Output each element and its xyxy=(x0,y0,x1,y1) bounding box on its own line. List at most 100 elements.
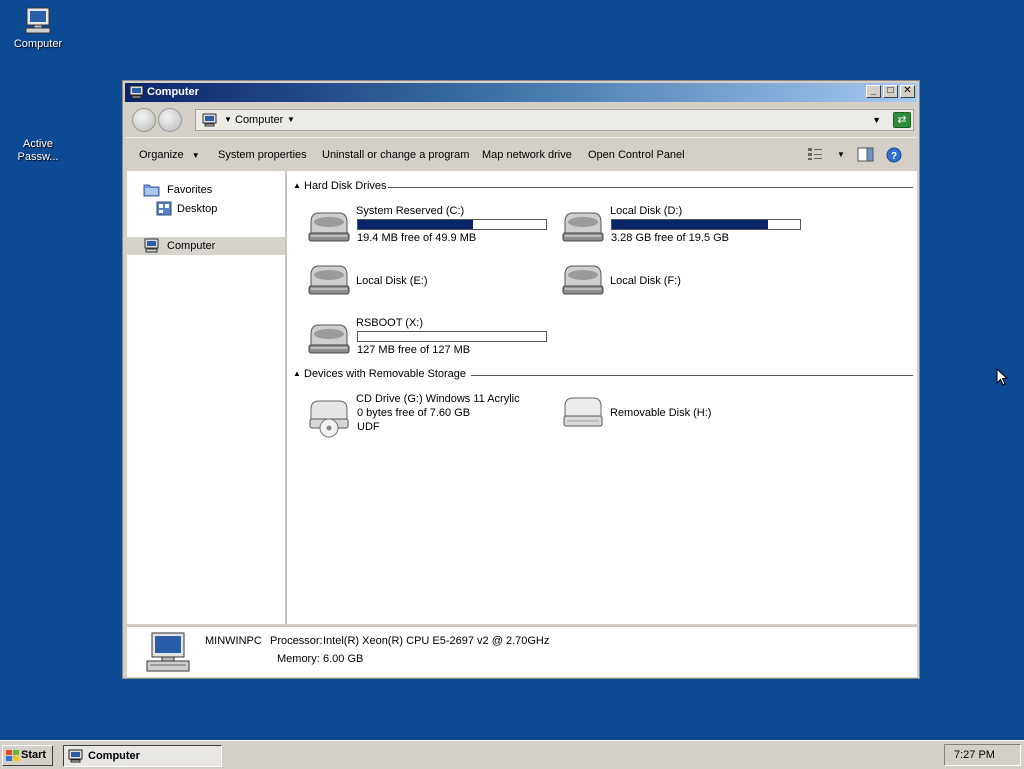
desktop-icon-label: Computer xyxy=(13,38,63,50)
close-button[interactable]: ✕ xyxy=(900,85,915,98)
nav-item-label: Computer xyxy=(167,240,216,252)
drive-tile-x[interactable]: RSBOOT (X:) 127 MB free of 127 MB xyxy=(307,317,557,365)
drive-usage-fill xyxy=(358,220,473,229)
forward-button[interactable] xyxy=(158,108,182,132)
details-pane: MINWINPC Processor: Intel(R) Xeon(R) CPU… xyxy=(127,626,917,677)
mouse-cursor-icon xyxy=(996,368,1008,386)
breadcrumb-computer[interactable]: Computer xyxy=(235,114,283,126)
start-label: Start xyxy=(21,749,47,761)
view-dropdown-icon[interactable]: ▼ xyxy=(837,150,845,159)
refresh-icon: ⇄ xyxy=(897,114,907,126)
desktop-icon-label: Active Passw... xyxy=(17,138,59,163)
start-button[interactable]: Start xyxy=(2,745,53,766)
drive-name: CD Drive (G:) Windows 11 Acrylic xyxy=(356,393,520,405)
drive-tile-h[interactable]: Removable Disk (H:) xyxy=(561,397,811,455)
title-bar[interactable]: Computer _ □ ✕ xyxy=(125,83,917,102)
nav-item-label: Desktop xyxy=(177,203,218,215)
drive-name: Local Disk (F:) xyxy=(610,275,681,287)
clock[interactable]: 7:27 PM xyxy=(954,749,995,761)
back-button[interactable] xyxy=(132,108,156,132)
help-icon[interactable]: ? xyxy=(886,147,902,163)
explorer-window: Computer _ □ ✕ ▼ Computer ▼ ▼ ⇄ Organize… xyxy=(122,80,920,679)
address-history-dropdown-icon[interactable]: ▼ xyxy=(872,115,881,125)
close-icon: ✕ xyxy=(903,85,912,96)
open-control-panel-button[interactable]: Open Control Panel xyxy=(588,149,685,161)
nav-item-desktop[interactable]: Desktop xyxy=(127,200,285,218)
group-title: Devices with Removable Storage xyxy=(304,368,467,380)
hard-drive-icon xyxy=(562,265,604,295)
group-divider xyxy=(471,375,913,376)
address-bar: ▼ Computer ▼ ▼ ⇄ xyxy=(125,103,917,135)
desktop-icon-active-password[interactable]: Active Passw... xyxy=(0,125,76,164)
drive-free-space: 3.28 GB free of 19.5 GB xyxy=(611,232,730,244)
uninstall-program-button[interactable]: Uninstall or change a program xyxy=(322,149,469,161)
memory-value: 6.00 GB xyxy=(323,653,364,665)
content-pane: ▲ Hard Disk Drives System Reserved (C:) … xyxy=(287,171,917,624)
removable-disk-icon xyxy=(563,397,603,427)
taskbar: Start Computer 7:27 PM xyxy=(0,740,1024,769)
view-options-icon[interactable] xyxy=(807,147,823,161)
desktop-icon xyxy=(156,201,172,216)
group-divider xyxy=(388,187,913,188)
minimize-icon: _ xyxy=(870,85,877,96)
breadcrumb-chevron-icon[interactable]: ▼ xyxy=(224,115,232,124)
hard-drive-icon xyxy=(308,212,350,242)
drive-name: Removable Disk (H:) xyxy=(610,407,712,419)
preview-pane-icon[interactable] xyxy=(857,147,874,162)
svg-text:?: ? xyxy=(891,151,897,162)
drive-tile-f[interactable]: Local Disk (F:) xyxy=(561,265,811,323)
desktop-icon-computer[interactable]: Computer xyxy=(0,6,76,51)
drive-free-space: 0 bytes free of 7.60 GB xyxy=(357,407,471,419)
drive-file-system: UDF xyxy=(357,421,380,433)
drive-free-space: 127 MB free of 127 MB xyxy=(357,344,471,356)
system-properties-button[interactable]: System properties xyxy=(218,149,307,161)
group-header-hard-disk-drives[interactable]: ▲ Hard Disk Drives xyxy=(293,180,913,194)
navigation-pane: Favorites Desktop Computer xyxy=(127,171,287,624)
collapse-arrow-icon: ▲ xyxy=(293,369,301,378)
computer-icon xyxy=(129,85,144,99)
computer-icon xyxy=(25,7,51,34)
nav-item-label: Favorites xyxy=(167,184,213,196)
group-header-removable-storage[interactable]: ▲ Devices with Removable Storage xyxy=(293,368,913,382)
drive-tile-g[interactable]: CD Drive (G:) Windows 11 Acrylic 0 bytes… xyxy=(307,393,557,441)
drive-usage-fill xyxy=(612,220,769,229)
map-network-drive-button[interactable]: Map network drive xyxy=(482,149,572,161)
window-title: Computer xyxy=(147,86,199,98)
computer-icon xyxy=(68,749,83,763)
address-field[interactable]: ▼ Computer ▼ ▼ ⇄ xyxy=(195,109,914,131)
drive-usage-bar xyxy=(611,219,801,230)
organize-menu[interactable]: Organize ▼ xyxy=(139,149,200,161)
nav-item-favorites[interactable]: Favorites xyxy=(127,181,285,199)
computer-icon xyxy=(146,632,190,672)
drive-tile-d[interactable]: Local Disk (D:) 3.28 GB free of 19.5 GB xyxy=(561,205,811,253)
collapse-arrow-icon: ▲ xyxy=(293,181,301,190)
command-bar: Organize ▼ System properties Uninstall o… xyxy=(125,137,917,172)
nav-item-computer[interactable]: Computer xyxy=(127,237,285,255)
processor-label: Processor: xyxy=(270,635,323,647)
drive-usage-bar xyxy=(357,219,547,230)
minimize-button[interactable]: _ xyxy=(866,85,881,98)
drive-tile-e[interactable]: Local Disk (E:) xyxy=(307,265,557,323)
hard-drive-icon xyxy=(562,212,604,242)
windows-logo-icon xyxy=(6,750,19,761)
system-tray: 7:27 PM xyxy=(944,744,1021,766)
computer-name: MINWINPC xyxy=(205,635,262,647)
computer-icon xyxy=(202,113,217,127)
hard-drive-icon xyxy=(308,324,350,354)
taskbar-button-label: Computer xyxy=(88,750,140,762)
maximize-icon: □ xyxy=(887,85,894,96)
hard-drive-icon xyxy=(308,265,350,295)
drive-free-space: 19.4 MB free of 49.9 MB xyxy=(357,232,477,244)
drive-name: Local Disk (D:) xyxy=(610,205,683,217)
breadcrumb-dropdown-icon[interactable]: ▼ xyxy=(287,115,295,124)
processor-value: Intel(R) Xeon(R) CPU E5-2697 v2 @ 2.70GH… xyxy=(323,635,550,647)
group-title: Hard Disk Drives xyxy=(304,180,387,192)
chevron-down-icon: ▼ xyxy=(191,151,200,160)
drive-usage-bar xyxy=(357,331,547,342)
drive-name: RSBOOT (X:) xyxy=(356,317,424,329)
computer-icon xyxy=(144,238,159,253)
refresh-button[interactable]: ⇄ xyxy=(893,112,911,128)
taskbar-button-computer[interactable]: Computer xyxy=(63,745,222,767)
drive-tile-c[interactable]: System Reserved (C:) 19.4 MB free of 49.… xyxy=(307,205,557,253)
maximize-button[interactable]: □ xyxy=(883,85,898,98)
